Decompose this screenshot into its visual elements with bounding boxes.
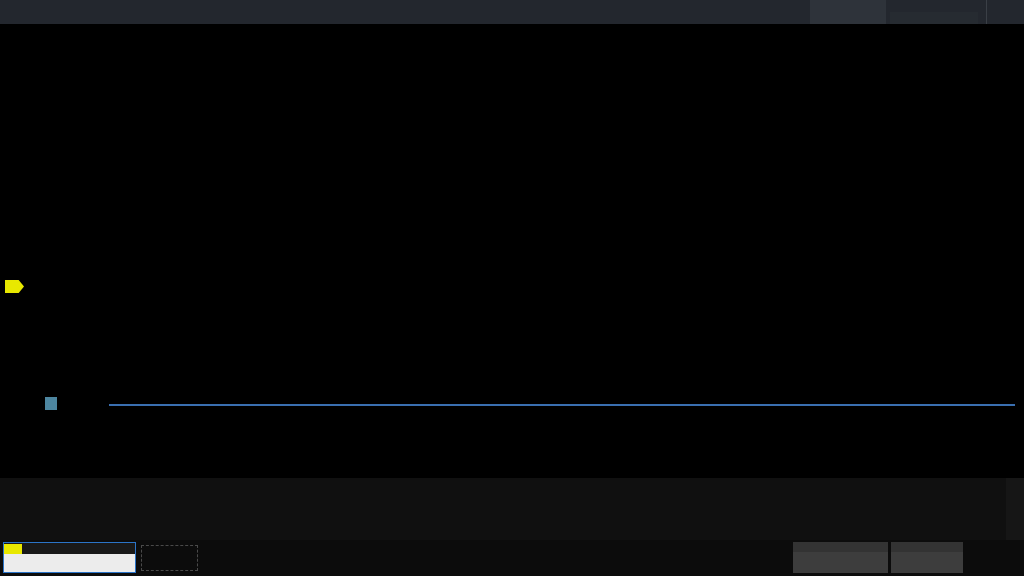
channel-1-badge bbox=[4, 544, 22, 554]
top-menu-bar bbox=[0, 0, 1024, 24]
acquisition-info bbox=[810, 0, 886, 24]
clock-date bbox=[966, 563, 1022, 574]
channel-1-panel[interactable] bbox=[3, 542, 136, 573]
waveform-display[interactable] bbox=[5, 24, 1019, 478]
clock-time bbox=[966, 552, 1022, 563]
add-channel-button[interactable] bbox=[141, 545, 198, 571]
decode-table-grid bbox=[0, 478, 1006, 540]
table-scrollbar bbox=[1006, 478, 1024, 540]
serial-bus-protocol-tag[interactable] bbox=[45, 397, 57, 410]
status-bar bbox=[0, 540, 1024, 576]
frequency-counter bbox=[890, 12, 978, 24]
decode-result-table bbox=[0, 478, 1024, 540]
connectivity-icons bbox=[966, 542, 1022, 552]
timebase-title bbox=[793, 542, 888, 552]
brand-trigger-status bbox=[890, 0, 978, 24]
trigger-panel[interactable] bbox=[891, 542, 963, 573]
trigger-title bbox=[891, 542, 963, 552]
decode-bus-line bbox=[109, 404, 1015, 406]
oscilloscope-screen bbox=[0, 0, 1024, 576]
decode-menu-button[interactable] bbox=[986, 0, 1024, 24]
datetime-panel bbox=[966, 542, 1022, 574]
header-status-area bbox=[810, 0, 1024, 24]
timebase-panel[interactable] bbox=[793, 542, 888, 573]
waveform-grid-canvas bbox=[5, 24, 1019, 478]
